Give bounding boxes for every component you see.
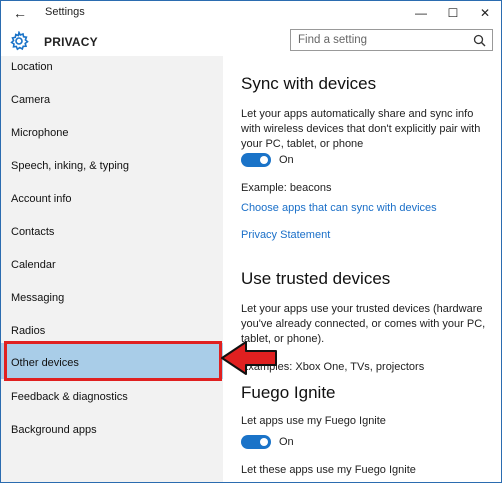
- sidebar-item-feedback[interactable]: Feedback & diagnostics: [1, 386, 223, 419]
- settings-window: ← Settings — ☐ ✕ PRIVACY Find a setting …: [0, 0, 502, 483]
- sidebar-item-label: Camera: [11, 94, 51, 106]
- minimize-button[interactable]: —: [405, 3, 437, 23]
- sync-toggle[interactable]: [241, 153, 271, 167]
- fuego-heading: Fuego Ignite: [241, 383, 336, 402]
- choose-apps-link[interactable]: Choose apps that can sync with devices: [241, 202, 437, 214]
- sidebar-item-contacts[interactable]: Contacts: [1, 221, 223, 254]
- sidebar-item-location[interactable]: Location: [1, 56, 223, 89]
- sidebar-item-label: Radios: [11, 325, 46, 337]
- sidebar: Location Camera Microphone Speech, inkin…: [1, 56, 223, 482]
- trusted-heading: Use trusted devices: [241, 269, 391, 288]
- search-placeholder: Find a setting: [298, 34, 368, 46]
- sidebar-item-camera[interactable]: Camera: [1, 89, 223, 122]
- sync-description: Let your apps automatically share and sy…: [241, 108, 481, 150]
- window-title: Settings: [45, 6, 85, 18]
- search-input[interactable]: Find a setting: [290, 29, 493, 51]
- back-button[interactable]: ←: [11, 4, 29, 22]
- fuego-description: Let apps use my Fuego Ignite: [241, 415, 386, 427]
- fuego-toggle-label: On: [279, 436, 294, 448]
- sync-example: Example: beacons: [241, 182, 332, 194]
- close-button[interactable]: ✕: [469, 3, 501, 23]
- page-title: PRIVACY: [44, 35, 98, 49]
- title-bar: ← Settings — ☐ ✕: [1, 1, 501, 25]
- sidebar-item-label: Feedback & diagnostics: [11, 391, 128, 403]
- toggle-knob: [260, 156, 268, 164]
- fuego-sub-description: Let these apps use my Fuego Ignite: [241, 464, 416, 476]
- main-content: Sync with devices Let your apps automati…: [223, 56, 501, 482]
- sidebar-item-microphone[interactable]: Microphone: [1, 122, 223, 155]
- sidebar-item-label: Calendar: [11, 259, 56, 271]
- annotation-highlight-box: [4, 341, 222, 381]
- fuego-toggle[interactable]: [241, 435, 271, 449]
- sidebar-item-background-apps[interactable]: Background apps: [1, 419, 223, 452]
- sidebar-item-account-info[interactable]: Account info: [1, 188, 223, 221]
- sidebar-item-label: Contacts: [11, 226, 55, 238]
- annotation-arrow-icon: [221, 341, 277, 375]
- sidebar-item-label: Speech, inking, & typing: [11, 160, 130, 172]
- sidebar-item-messaging[interactable]: Messaging: [1, 287, 223, 320]
- privacy-statement-link[interactable]: Privacy Statement: [241, 229, 330, 241]
- sidebar-item-label: Messaging: [11, 292, 65, 304]
- trusted-description: Let your apps use your trusted devices (…: [241, 303, 486, 345]
- sidebar-item-speech[interactable]: Speech, inking, & typing: [1, 155, 223, 188]
- trusted-examples: Examples: Xbox One, TVs, projectors: [241, 361, 425, 373]
- sidebar-item-label: Account info: [11, 193, 72, 205]
- sidebar-item-label: Microphone: [11, 127, 69, 139]
- gear-icon: [10, 31, 29, 51]
- sync-heading: Sync with devices: [241, 74, 377, 93]
- search-icon[interactable]: [473, 34, 486, 47]
- maximize-button[interactable]: ☐: [437, 3, 469, 23]
- sync-toggle-label: On: [279, 154, 294, 166]
- sidebar-item-label: Location: [11, 61, 53, 73]
- sidebar-item-label: Background apps: [11, 424, 97, 436]
- toggle-knob: [260, 438, 268, 446]
- sidebar-item-calendar[interactable]: Calendar: [1, 254, 223, 287]
